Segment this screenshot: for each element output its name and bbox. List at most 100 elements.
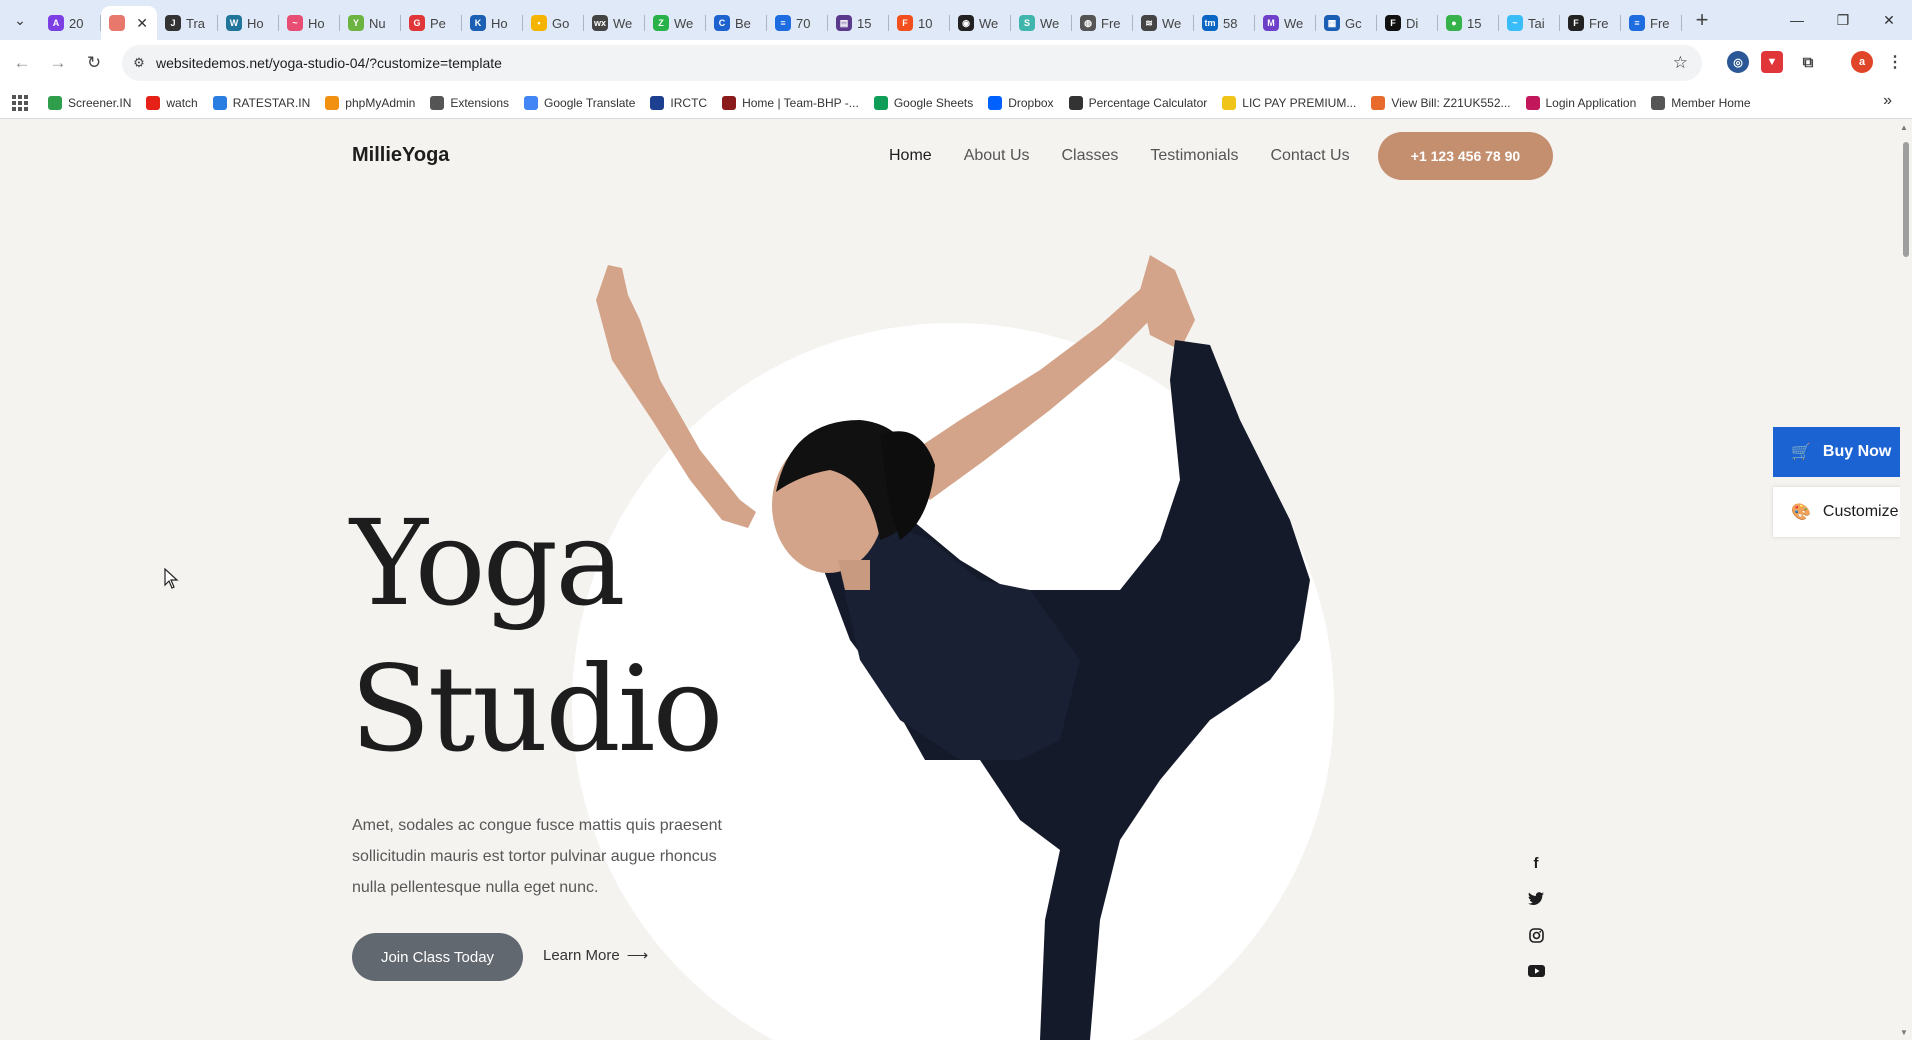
browser-tab[interactable]: F Fre: [1560, 6, 1621, 40]
nav-about-us[interactable]: About Us: [964, 147, 1030, 165]
page-scrollbar[interactable]: ▲ ▼: [1900, 120, 1912, 1040]
join-class-button[interactable]: Join Class Today: [352, 933, 523, 981]
youtube-icon[interactable]: [1526, 962, 1546, 980]
nav-testimonials[interactable]: Testimonials: [1150, 147, 1238, 165]
bookmark-favicon-icon: [1068, 95, 1083, 110]
scrollbar-thumb[interactable]: [1903, 142, 1909, 257]
browser-tab[interactable]: A 20: [40, 6, 101, 40]
bookmark-item[interactable]: Home | Team-BHP -...: [722, 95, 859, 110]
browser-tab[interactable]: K Ho: [462, 6, 523, 40]
tab-favicon-icon: ▤: [836, 15, 852, 31]
bookmark-label: View Bill: Z21UK552...: [1391, 95, 1511, 110]
browser-tab[interactable]: J Tra: [157, 6, 218, 40]
bookmark-label: phpMyAdmin: [345, 95, 416, 110]
tab-favicon-icon: ▪: [531, 15, 547, 31]
bookmarks-overflow-icon[interactable]: »: [1883, 92, 1892, 110]
buy-now-button[interactable]: 🛒 Buy Now: [1773, 427, 1912, 477]
customize-button[interactable]: 🎨 Customize: [1773, 487, 1912, 537]
browser-tab[interactable]: M We: [1255, 6, 1316, 40]
browser-tab[interactable]: ◉ We: [950, 6, 1011, 40]
tab-close-icon[interactable]: ✕: [136, 15, 148, 32]
nav-contact-us[interactable]: Contact Us: [1270, 147, 1349, 165]
browser-tab[interactable]: F Di: [1377, 6, 1438, 40]
browser-tab[interactable]: Y Nu: [340, 6, 401, 40]
bookmark-item[interactable]: Google Sheets: [873, 95, 973, 110]
tab-favicon-icon: ~: [1507, 15, 1523, 31]
minimize-icon[interactable]: —: [1774, 0, 1820, 40]
profile-avatar[interactable]: a: [1851, 51, 1873, 73]
bookmark-star-icon[interactable]: ☆: [1673, 53, 1688, 73]
url-text[interactable]: websitedemos.net/yoga-studio-04/?customi…: [156, 55, 502, 71]
browser-tab[interactable]: ~ Tai: [1499, 6, 1560, 40]
reload-icon[interactable]: ↻: [80, 49, 108, 77]
facebook-icon[interactable]: f: [1526, 854, 1546, 872]
restore-icon[interactable]: ❐: [1820, 0, 1866, 40]
nav-home[interactable]: Home: [889, 147, 932, 165]
bookmark-item[interactable]: RATESTAR.IN: [212, 95, 310, 110]
browser-tab[interactable]: ≋ We: [1133, 6, 1194, 40]
bookmark-favicon-icon: [873, 95, 888, 110]
close-window-icon[interactable]: ✕: [1866, 0, 1912, 40]
new-tab-icon[interactable]: +: [1682, 0, 1722, 40]
nav-classes[interactable]: Classes: [1062, 147, 1119, 165]
learn-more-link[interactable]: Learn More ⟶: [543, 946, 648, 965]
browser-tab[interactable]: ▦ Gc: [1316, 6, 1377, 40]
bookmark-item[interactable]: Dropbox: [988, 95, 1054, 110]
bookmark-item[interactable]: phpMyAdmin: [325, 95, 416, 110]
palette-icon: 🎨: [1791, 504, 1811, 521]
twitter-icon[interactable]: [1526, 890, 1546, 908]
apps-grid-icon[interactable]: [12, 94, 28, 111]
shield-extension-icon[interactable]: ▼: [1761, 51, 1783, 73]
tab-search-icon[interactable]: ⌄: [0, 0, 40, 40]
browser-tab[interactable]: C Be: [706, 6, 767, 40]
tab-favicon-icon: ◉: [958, 15, 974, 31]
browser-tab[interactable]: S We: [1011, 6, 1072, 40]
bookmark-item[interactable]: View Bill: Z21UK552...: [1371, 95, 1511, 110]
browser-tab[interactable]: ◍ Fre: [1072, 6, 1133, 40]
bookmark-item[interactable]: LIC PAY PREMIUM...: [1222, 95, 1356, 110]
bookmark-item[interactable]: Screener.IN: [48, 95, 131, 110]
bookmark-favicon-icon: [650, 95, 665, 110]
bookmark-label: IRCTC: [670, 95, 708, 110]
site-info-icon[interactable]: ⚙: [122, 55, 156, 71]
browser-tab[interactable]: tm 58: [1194, 6, 1255, 40]
browser-tab[interactable]: ▪ Go: [523, 6, 584, 40]
bookmark-favicon-icon: [212, 95, 227, 110]
browser-tab[interactable]: W Ho: [218, 6, 279, 40]
back-icon[interactable]: ←: [8, 49, 36, 77]
browser-tab[interactable]: G Pe: [401, 6, 462, 40]
phone-button[interactable]: +1 123 456 78 90: [1378, 132, 1553, 180]
tab-favicon-icon: ~: [287, 15, 303, 31]
bookmark-item[interactable]: Percentage Calculator: [1068, 95, 1207, 110]
bookmark-item[interactable]: IRCTC: [650, 95, 708, 110]
extensions-puzzle-icon[interactable]: ⧉: [1797, 51, 1819, 73]
browser-tab[interactable]: F 10: [889, 6, 950, 40]
bookmark-favicon-icon: [988, 95, 1003, 110]
bookmark-item[interactable]: Extensions: [430, 95, 509, 110]
scroll-up-icon[interactable]: ▲: [1900, 123, 1908, 132]
omnibox[interactable]: ⚙ websitedemos.net/yoga-studio-04/?custo…: [122, 45, 1702, 81]
bookmark-item[interactable]: Member Home: [1651, 95, 1751, 110]
extension-icon[interactable]: ◎: [1727, 51, 1749, 73]
tab-favicon-icon: A: [48, 15, 64, 31]
browser-tab[interactable]: ✕: [101, 6, 157, 40]
bookmark-favicon-icon: [1525, 95, 1540, 110]
browser-tab[interactable]: ≡ 70: [767, 6, 828, 40]
bookmark-item[interactable]: Login Application: [1525, 95, 1636, 110]
tab-title: We: [674, 15, 694, 31]
forward-icon[interactable]: →: [44, 49, 72, 77]
browser-tab[interactable]: ≡ Fre: [1621, 6, 1682, 40]
bookmark-favicon-icon: [1222, 95, 1237, 110]
browser-tab[interactable]: ~ Ho: [279, 6, 340, 40]
browser-menu-icon[interactable]: ⋮: [1884, 51, 1906, 73]
scroll-down-icon[interactable]: ▼: [1900, 1028, 1908, 1037]
browser-tab[interactable]: Z We: [645, 6, 706, 40]
browser-tab[interactable]: ▤ 15: [828, 6, 889, 40]
site-logo[interactable]: MillieYoga: [352, 144, 449, 167]
bookmark-item[interactable]: watch: [146, 95, 198, 110]
browser-tab[interactable]: ● 15: [1438, 6, 1499, 40]
browser-tab[interactable]: wx We: [584, 6, 645, 40]
instagram-icon[interactable]: [1526, 926, 1546, 944]
bookmark-item[interactable]: Google Translate: [524, 95, 635, 110]
tab-favicon-icon: tm: [1202, 15, 1218, 31]
